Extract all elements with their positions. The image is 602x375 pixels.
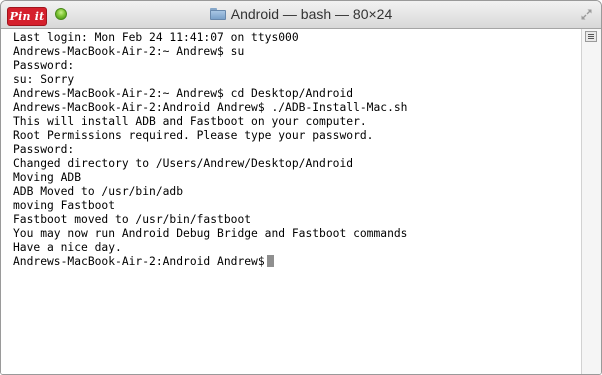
terminal-line: ADB Moved to /usr/bin/adb (13, 185, 184, 198)
terminal-line: Password: (13, 59, 75, 72)
terminal-line: Andrews-MacBook-Air-2:Android Andrew$ ./… (13, 101, 408, 114)
terminal-prompt: Andrews-MacBook-Air-2:Android Andrew$ (13, 255, 265, 268)
title-bar[interactable]: Pin it Android — bash — 80×24 (1, 1, 601, 29)
fullscreen-arrows-icon[interactable] (580, 8, 593, 21)
terminal-line: This will install ADB and Fastboot on yo… (13, 115, 367, 128)
terminal-window: Pin it Android — bash — 80×24 Last login… (0, 0, 602, 375)
window-title-text: Android — bash — 80×24 (230, 6, 393, 22)
vertical-scrollbar[interactable] (581, 29, 601, 374)
terminal-line: Moving ADB (13, 171, 82, 184)
terminal-line: Changed directory to /Users/Andrew/Deskt… (13, 157, 354, 170)
terminal-line: moving Fastboot (13, 199, 116, 212)
terminal-line: su: Sorry (13, 73, 75, 86)
folder-icon (209, 7, 226, 20)
terminal-prompt-line: Andrews-MacBook-Air-2:Android Andrew$ (13, 255, 274, 269)
terminal-line: Fastboot moved to /usr/bin/fastboot (13, 213, 252, 226)
terminal-line: You may now run Android Debug Bridge and… (13, 227, 408, 240)
terminal-line: Andrews-MacBook-Air-2:~ Andrew$ cd Deskt… (13, 87, 354, 100)
terminal-output[interactable]: Last login: Mon Feb 24 11:41:07 on ttys0… (1, 29, 581, 374)
terminal-line: Password: (13, 143, 75, 156)
terminal-line: Root Permissions required. Please type y… (13, 129, 374, 142)
terminal-line: Have a nice day. (13, 241, 122, 254)
text-cursor (266, 255, 274, 267)
terminal-line: Last login: Mon Feb 24 11:41:07 on ttys0… (13, 31, 299, 44)
terminal-line: Andrews-MacBook-Air-2:~ Andrew$ su (13, 45, 245, 58)
window-title: Android — bash — 80×24 (1, 1, 601, 28)
split-pane-icon[interactable] (585, 31, 597, 42)
